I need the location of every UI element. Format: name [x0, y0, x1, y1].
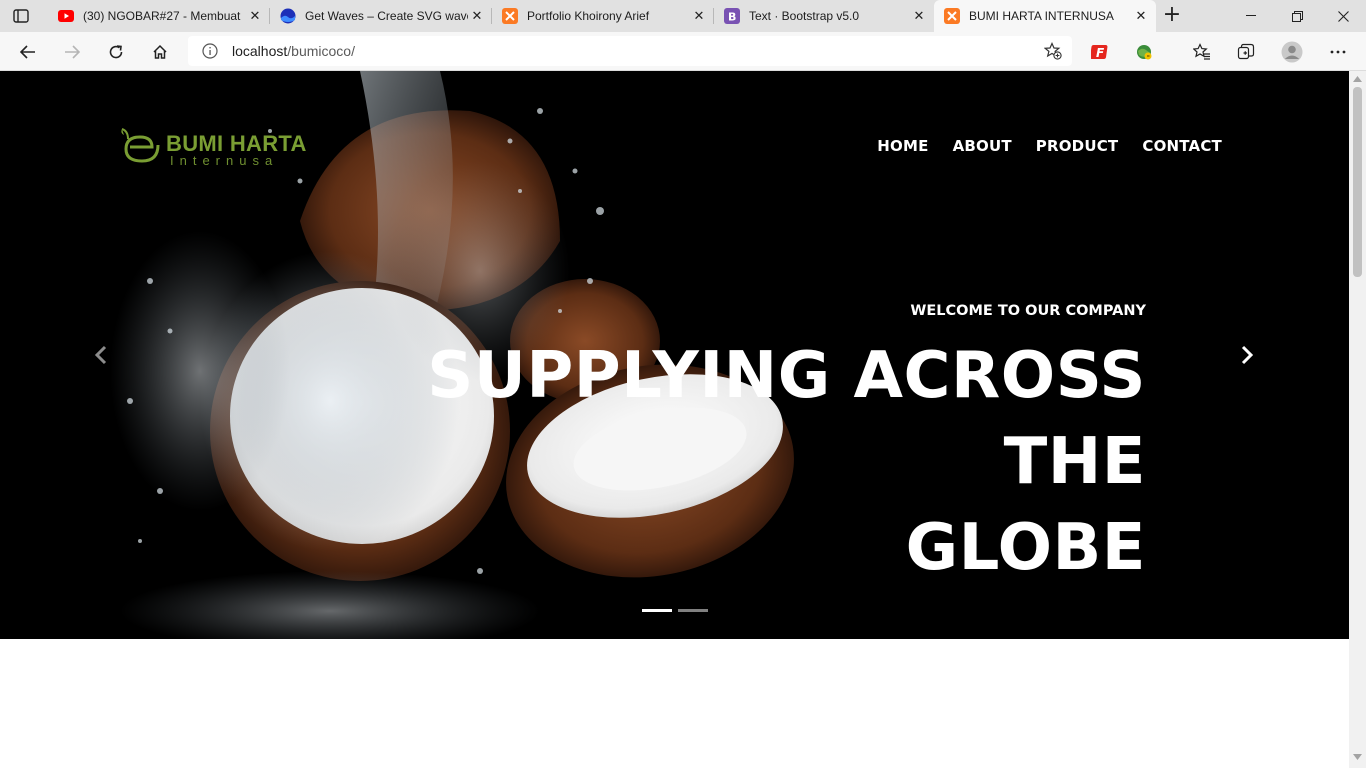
add-favorite-icon[interactable]	[1043, 42, 1062, 64]
xampp-icon	[502, 8, 518, 24]
tab-youtube[interactable]: (30) NGOBAR#27 - Membuat ✕	[48, 0, 270, 32]
hero-headline-line2: GLOBE	[905, 511, 1146, 585]
hero-headline-line1: SUPPLYING ACROSS THE	[427, 339, 1146, 499]
address-bar[interactable]: localhost/bumicoco/	[188, 36, 1072, 66]
page-scrollbar[interactable]	[1349, 71, 1366, 768]
back-button[interactable]	[14, 38, 42, 66]
carousel-indicator-2[interactable]	[678, 609, 708, 612]
url-path: /bumicoco/	[287, 43, 355, 59]
globe-extension-icon[interactable]	[1130, 38, 1158, 66]
tab-title: (30) NGOBAR#27 - Membuat	[83, 9, 241, 23]
chevron-right-icon	[1241, 345, 1254, 365]
hero-headline: SUPPLYING ACROSS THE GLOBE	[286, 333, 1146, 591]
tab-title: Get Waves – Create SVG wave	[305, 9, 468, 23]
chevron-left-icon	[94, 345, 107, 365]
forward-button[interactable]	[58, 38, 86, 66]
minimize-button[interactable]	[1228, 0, 1274, 32]
close-tab-icon[interactable]: ✕	[246, 7, 264, 25]
tab-getwaves[interactable]: Get Waves – Create SVG wave ✕	[270, 0, 492, 32]
url-host: localhost	[232, 43, 288, 59]
close-tab-icon[interactable]: ✕	[690, 7, 708, 25]
page-viewport: BUMI HARTA Internusa HOME ABOUT PRODUCT …	[0, 71, 1366, 768]
flash-extension-icon[interactable]: F	[1086, 38, 1114, 66]
scrollbar-thumb[interactable]	[1353, 87, 1362, 277]
close-tab-icon[interactable]: ✕	[468, 7, 486, 25]
xampp-icon	[944, 8, 960, 24]
refresh-button[interactable]	[102, 38, 130, 66]
tab-bumiharta-active[interactable]: BUMI HARTA INTERNUSA ✕	[934, 0, 1156, 32]
nav-home[interactable]: HOME	[877, 137, 928, 155]
getwaves-icon	[280, 8, 296, 24]
restore-button[interactable]	[1274, 0, 1320, 32]
hero-eyebrow: WELCOME TO OUR COMPANY	[910, 303, 1146, 319]
nav-contact[interactable]: CONTACT	[1142, 137, 1222, 155]
carousel-indicator-1[interactable]	[642, 609, 672, 612]
new-tab-button[interactable]: +	[1160, 4, 1184, 28]
svg-text:F: F	[1096, 46, 1105, 60]
tab-title: Portfolio Khoirony Arief	[527, 9, 650, 23]
hero-carousel: BUMI HARTA Internusa HOME ABOUT PRODUCT …	[0, 71, 1349, 639]
scroll-up-icon[interactable]	[1353, 76, 1362, 82]
tab-actions-icon[interactable]	[10, 6, 32, 26]
logo-subtitle: Internusa	[170, 153, 279, 168]
carousel-next-button[interactable]	[1235, 343, 1259, 367]
tab-title: Text · Bootstrap v5.0	[749, 9, 860, 23]
carousel-prev-button[interactable]	[89, 343, 113, 367]
close-window-button[interactable]	[1320, 0, 1366, 32]
scroll-down-icon[interactable]	[1353, 754, 1362, 760]
more-menu-icon[interactable]	[1324, 38, 1352, 66]
browser-toolbar: localhost/bumicoco/ F	[0, 32, 1366, 71]
nav-about[interactable]: ABOUT	[953, 137, 1012, 155]
youtube-icon	[58, 8, 74, 24]
leaf-logo-icon	[121, 128, 160, 163]
svg-text:B: B	[728, 11, 736, 24]
bootstrap-icon: B	[724, 8, 740, 24]
site-info-icon[interactable]	[202, 43, 218, 63]
nav-product[interactable]: PRODUCT	[1036, 137, 1119, 155]
main-nav: HOME ABOUT PRODUCT CONTACT	[877, 137, 1222, 155]
carousel-indicators	[642, 609, 708, 612]
site-logo[interactable]: BUMI HARTA Internusa	[118, 123, 318, 171]
tab-strip: (30) NGOBAR#27 - Membuat ✕ Get Waves – C…	[0, 0, 1366, 32]
tab-title: BUMI HARTA INTERNUSA	[969, 9, 1114, 23]
favorites-icon[interactable]	[1188, 38, 1216, 66]
hero-caption: WELCOME TO OUR COMPANY SUPPLYING ACROSS …	[286, 303, 1146, 591]
close-tab-icon[interactable]: ✕	[910, 7, 928, 25]
tab-portfolio[interactable]: Portfolio Khoirony Arief ✕	[492, 0, 714, 32]
close-tab-icon[interactable]: ✕	[1132, 7, 1150, 25]
url-text: localhost/bumicoco/	[232, 43, 355, 59]
home-button[interactable]	[146, 38, 174, 66]
collections-icon[interactable]	[1232, 38, 1260, 66]
tab-bootstrap[interactable]: B Text · Bootstrap v5.0 ✕	[714, 0, 934, 32]
profile-avatar[interactable]	[1278, 38, 1306, 66]
